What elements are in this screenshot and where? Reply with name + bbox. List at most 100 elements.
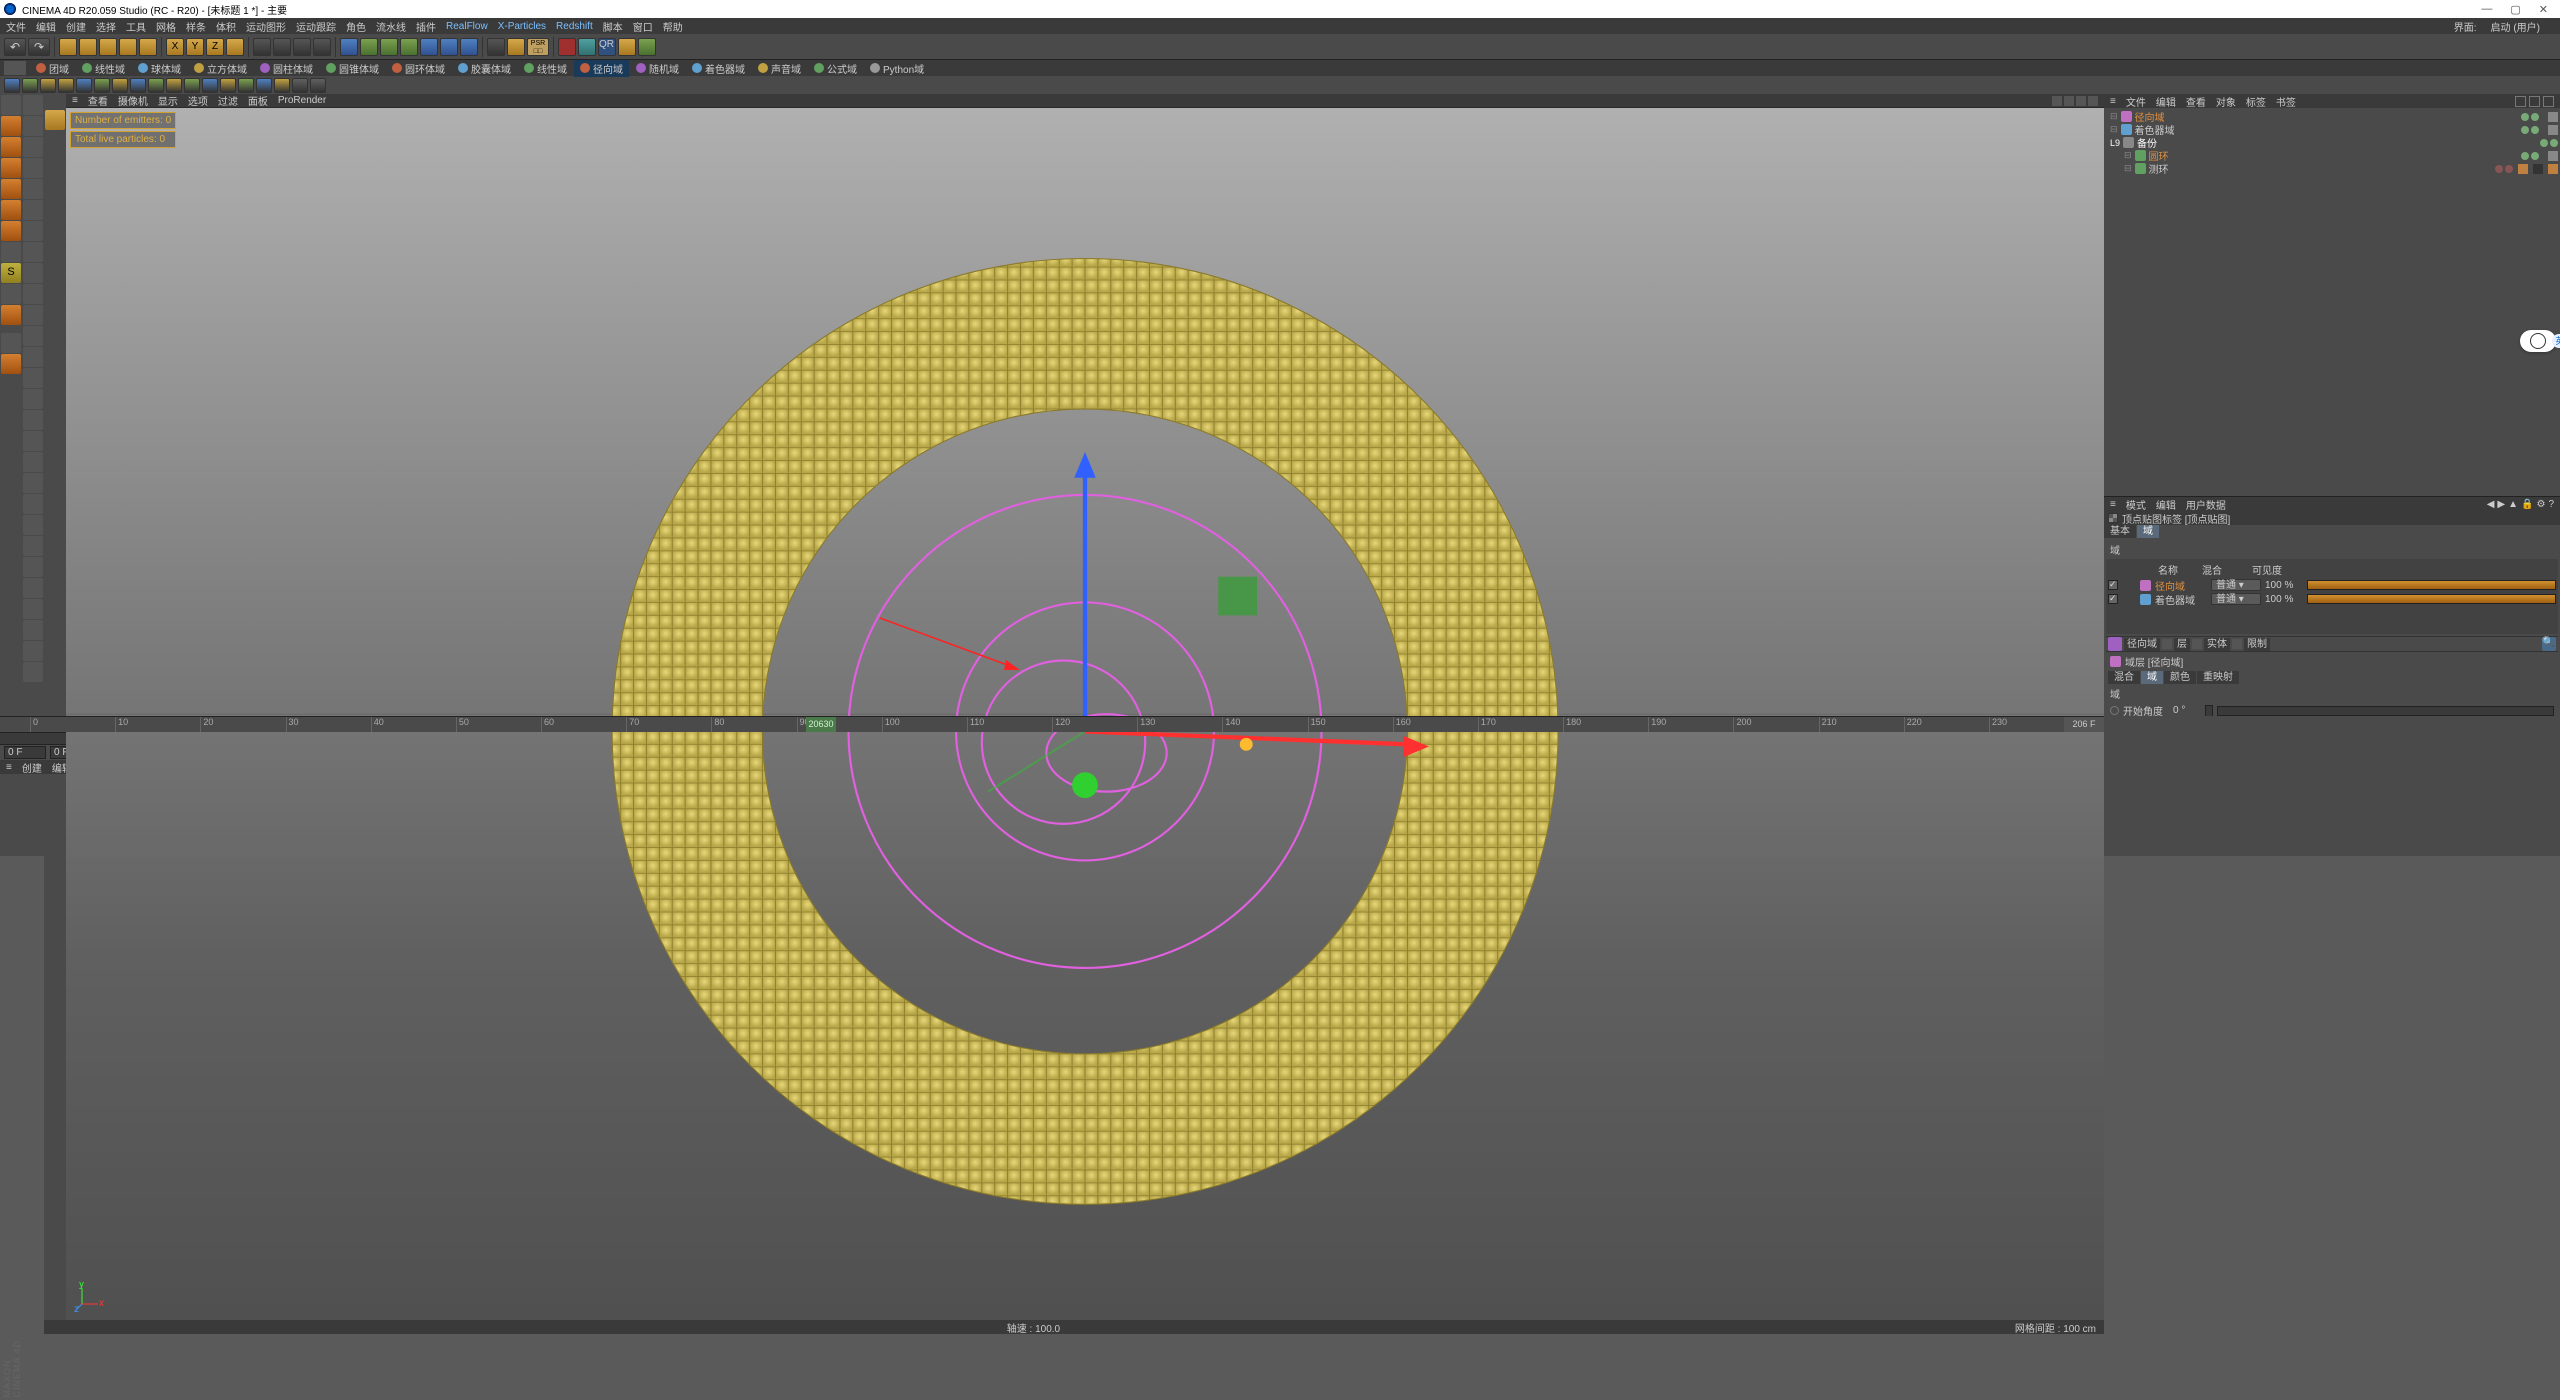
psr-button[interactable]: PSR□□ xyxy=(527,38,549,56)
menu-item[interactable]: 文件 xyxy=(6,19,26,34)
menu-item[interactable]: 运动图形 xyxy=(246,19,286,34)
toolbar-icon[interactable] xyxy=(292,78,308,93)
maximize-button[interactable]: ▢ xyxy=(2510,3,2520,16)
palette-slot[interactable] xyxy=(23,242,43,262)
menu-item[interactable]: 选择 xyxy=(96,19,116,34)
mat-menu-item[interactable]: ≡ xyxy=(6,762,12,773)
render-picture[interactable] xyxy=(293,38,311,56)
viewport-menu-item[interactable]: ProRender xyxy=(278,95,326,106)
mat-menu-item[interactable]: 创建 xyxy=(22,760,42,775)
nav-up-icon[interactable]: ▲ xyxy=(2508,499,2518,510)
add-light[interactable] xyxy=(460,38,478,56)
palette-slot[interactable] xyxy=(23,326,43,346)
field-type-item[interactable]: 胶囊体域 xyxy=(452,60,517,77)
toolbar-icon[interactable] xyxy=(94,78,110,93)
add-environment[interactable] xyxy=(420,38,438,56)
sublayer-tab[interactable]: 域 xyxy=(2141,671,2163,684)
om-menu-item[interactable]: ≡ xyxy=(2110,96,2116,107)
menu-item[interactable]: 网格 xyxy=(156,19,176,34)
fields-icon[interactable] xyxy=(4,61,26,75)
palette-slot[interactable] xyxy=(23,221,43,241)
am-menu-item[interactable]: ≡ xyxy=(2110,499,2116,510)
add-spline[interactable] xyxy=(360,38,378,56)
field-type-item[interactable]: 球体域 xyxy=(132,60,187,77)
om-menu-item[interactable]: 标签 xyxy=(2246,94,2266,109)
toolbar-icon[interactable] xyxy=(22,78,38,93)
menu-item[interactable]: 插件 xyxy=(416,19,436,34)
palette-slot[interactable] xyxy=(23,158,43,178)
viewport-menu-item[interactable]: 显示 xyxy=(158,93,178,108)
palette-slot[interactable] xyxy=(23,620,43,640)
palette-slot[interactable] xyxy=(23,662,43,682)
blend-mode-dropdown[interactable]: 普通 ▾ xyxy=(2211,579,2261,591)
palette-slot[interactable] xyxy=(23,200,43,220)
undo-button[interactable]: ↶ xyxy=(4,38,26,56)
render-view[interactable] xyxy=(253,38,271,56)
viewport-menu-item[interactable]: 过滤 xyxy=(218,93,238,108)
rf-button[interactable] xyxy=(578,38,596,56)
toolbar-icon[interactable] xyxy=(4,78,20,93)
menu-item[interactable]: 工具 xyxy=(126,19,146,34)
field-toolbar-item[interactable]: 径向域 xyxy=(2124,638,2160,651)
palette-slot[interactable] xyxy=(23,557,43,577)
toolbar-icon[interactable] xyxy=(256,78,272,93)
eye-icon[interactable] xyxy=(2543,96,2554,107)
blend-mode-dropdown[interactable]: 普通 ▾ xyxy=(2211,593,2261,605)
menu-item[interactable]: 帮助 xyxy=(663,19,683,34)
misc-2[interactable] xyxy=(638,38,656,56)
toolbar-icon[interactable] xyxy=(130,78,146,93)
keyframe-radio[interactable] xyxy=(2110,706,2119,715)
field-list-row[interactable]: 径向域普通 ▾100 % xyxy=(2106,578,2558,592)
palette-slot[interactable] xyxy=(23,95,43,115)
palette-slot[interactable] xyxy=(23,515,43,535)
add-generator[interactable] xyxy=(380,38,398,56)
viewport-3d[interactable]: var lines=''; for(var i=-12;i<=12;i++){v… xyxy=(66,108,2104,1320)
toolbar-icon[interactable] xyxy=(310,78,326,93)
toolbar-icon[interactable] xyxy=(112,78,128,93)
close-button[interactable]: ✕ xyxy=(2539,3,2548,16)
axis-mode[interactable] xyxy=(1,242,21,262)
field-list-row[interactable]: 着色器域普通 ▾100 % xyxy=(2106,592,2558,606)
field-type-item[interactable]: 随机域 xyxy=(630,60,685,77)
nav-back-icon[interactable]: ◀ xyxy=(2487,499,2495,510)
make-editable[interactable] xyxy=(1,95,21,115)
menu-item[interactable]: 角色 xyxy=(346,19,366,34)
field-type-item[interactable]: 圆锥体域 xyxy=(320,60,385,77)
xp-button[interactable] xyxy=(558,38,576,56)
palette-slot[interactable] xyxy=(23,452,43,472)
palette-slot[interactable] xyxy=(23,410,43,430)
help-icon[interactable]: ? xyxy=(2548,499,2554,510)
floor-button[interactable] xyxy=(487,38,505,56)
magnet-icon[interactable] xyxy=(1,305,21,325)
menu-item[interactable]: 样条 xyxy=(186,19,206,34)
viewport-menu-item[interactable]: 选项 xyxy=(188,93,208,108)
menu-item[interactable]: 运动跟踪 xyxy=(296,19,336,34)
palette-slot[interactable] xyxy=(23,116,43,136)
texture-mode[interactable] xyxy=(1,137,21,157)
rotate-tool[interactable] xyxy=(119,38,137,56)
am-menu-item[interactable]: 用户数据 xyxy=(2186,497,2226,512)
add-camera[interactable] xyxy=(440,38,458,56)
object-tree-row[interactable]: ⊟测环 xyxy=(2106,162,2558,175)
model-mode[interactable] xyxy=(1,116,21,136)
palette-slot[interactable] xyxy=(23,368,43,388)
prop-slider[interactable] xyxy=(2217,706,2554,716)
move-hud-icon[interactable] xyxy=(45,110,65,130)
palette-slot[interactable] xyxy=(23,599,43,619)
field-type-item[interactable]: Python域 xyxy=(864,60,930,77)
timeline-ruler[interactable]: document.write(JSON.parse(document.getEl… xyxy=(0,716,2104,732)
palette-slot[interactable] xyxy=(23,473,43,493)
field-type-item[interactable]: 公式域 xyxy=(808,60,863,77)
menu-item[interactable]: 窗口 xyxy=(633,19,653,34)
toolbar-icon[interactable] xyxy=(184,78,200,93)
toolbar-icon[interactable] xyxy=(58,78,74,93)
start-frame-field[interactable]: 0 F xyxy=(4,746,46,759)
om-menu-item[interactable]: 书签 xyxy=(2276,94,2296,109)
palette-icon-2[interactable] xyxy=(1,354,21,374)
toolbar-icon[interactable] xyxy=(238,78,254,93)
minimize-button[interactable]: — xyxy=(2481,3,2492,16)
viewport-corner-icon[interactable] xyxy=(44,94,66,108)
attr-tab[interactable]: 基本 xyxy=(2104,525,2136,538)
misc-1[interactable] xyxy=(618,38,636,56)
render-region[interactable] xyxy=(273,38,291,56)
